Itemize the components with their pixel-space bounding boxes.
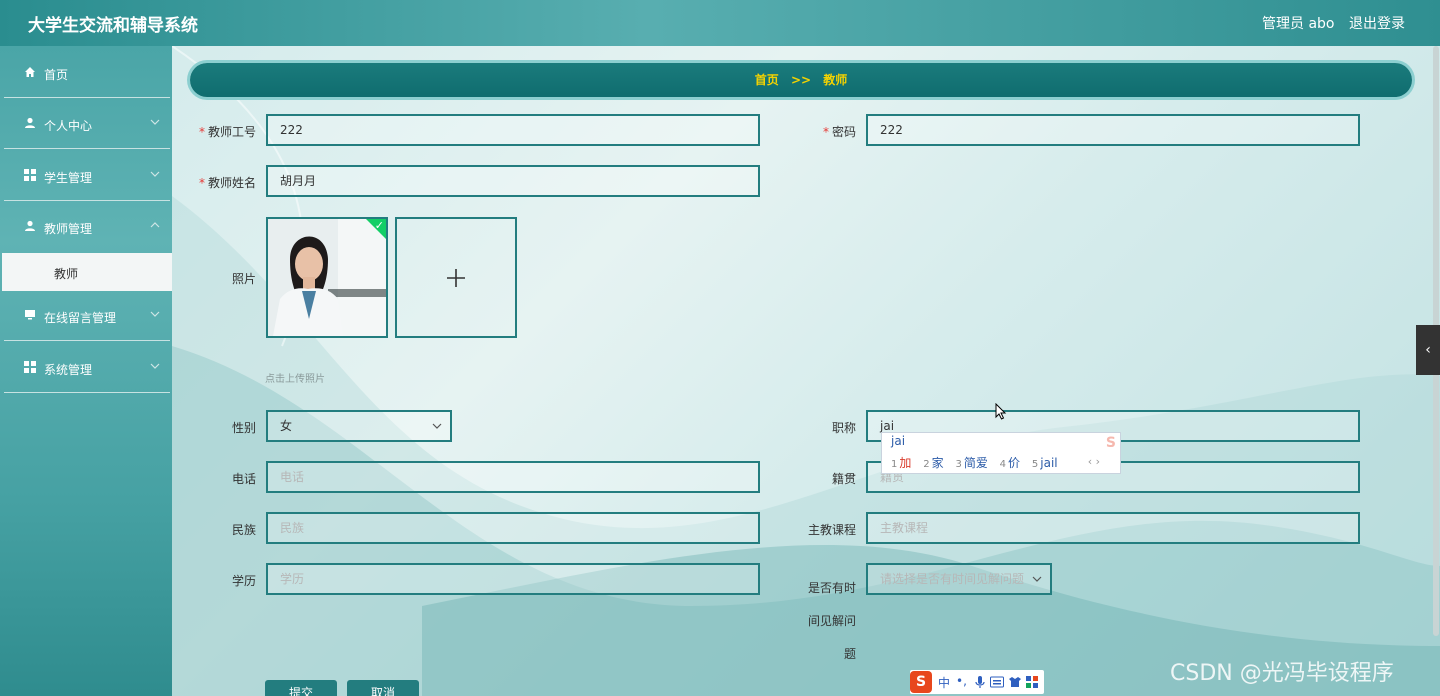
sidebar-item-label: 在线留言管理 bbox=[44, 311, 117, 325]
required-mark: * bbox=[822, 125, 829, 139]
teacher-id-input[interactable]: 222 bbox=[266, 114, 760, 146]
ime-mode-toggle[interactable]: 中 bbox=[938, 674, 950, 691]
microphone-icon[interactable] bbox=[974, 675, 986, 689]
chevron-down-icon bbox=[150, 119, 160, 125]
ethnicity-label: 民族 bbox=[231, 523, 256, 537]
submit-button[interactable]: 提交 bbox=[265, 680, 337, 696]
availability-label: 是否有时 间见解问 题 bbox=[807, 581, 856, 661]
gender-label: 性别 bbox=[231, 421, 256, 435]
app-title: 大学生交流和辅导系统 bbox=[28, 16, 198, 36]
ime-logo-icon[interactable]: S bbox=[910, 671, 932, 693]
breadcrumb: 首页 >> 教师 bbox=[190, 63, 1412, 97]
title-label: 职称 bbox=[831, 421, 856, 435]
education-label: 学历 bbox=[231, 574, 256, 588]
sidebar-item-personal-center[interactable]: 个人中心 bbox=[4, 99, 170, 149]
sidebar-item-home[interactable]: 首页 bbox=[4, 48, 170, 98]
breadcrumb-home[interactable]: 首页 bbox=[755, 73, 779, 87]
sidebar-item-label: 首页 bbox=[44, 68, 69, 82]
upload-hint: 点击上传照片 bbox=[265, 374, 325, 385]
user-icon bbox=[25, 117, 35, 128]
ime-candidate[interactable]: 5 jail bbox=[1032, 456, 1058, 470]
sidebar-subitem-label: 教师 bbox=[54, 267, 79, 281]
sidebar-item-teacher-management[interactable]: 教师管理 bbox=[4, 202, 170, 252]
password-label: * 密码 bbox=[822, 125, 856, 139]
skin-icon[interactable] bbox=[1008, 676, 1022, 688]
sidebar-item-label: 教师管理 bbox=[44, 222, 93, 236]
ime-candidate[interactable]: 2家 bbox=[923, 456, 943, 470]
ime-page-nav[interactable]: ‹ › bbox=[1088, 455, 1100, 468]
top-bar: 大学生交流和辅导系统 管理员 abo 退出登录 bbox=[0, 0, 1440, 46]
chevron-down-icon bbox=[150, 363, 160, 369]
chevron-down-icon bbox=[150, 311, 160, 317]
teacher-name-label: * 教师姓名 bbox=[198, 176, 256, 190]
mouse-cursor-icon bbox=[995, 403, 1007, 420]
sidebar-item-label: 系统管理 bbox=[44, 363, 93, 377]
password-input[interactable]: 222 bbox=[866, 114, 1360, 146]
toolbox-icon[interactable] bbox=[1026, 676, 1038, 688]
main-course-input[interactable]: 主教课程 bbox=[866, 512, 1360, 544]
sidebar-subitem-teacher[interactable]: 教师 bbox=[2, 253, 172, 291]
grid-icon bbox=[24, 361, 36, 373]
home-icon bbox=[25, 67, 35, 77]
logout-link[interactable]: 退出登录 bbox=[1349, 13, 1405, 33]
sidebar-item-label: 个人中心 bbox=[44, 119, 93, 133]
user-icon bbox=[25, 220, 35, 231]
monitor-icon bbox=[25, 310, 35, 320]
chevron-down-icon bbox=[1032, 576, 1042, 582]
ime-toolbar: S 中 •, bbox=[910, 670, 1044, 694]
native-place-label: 籍贯 bbox=[831, 472, 856, 486]
watermark: CSDN @光冯毕设程序 bbox=[1170, 661, 1394, 686]
ime-candidate[interactable]: 4价 bbox=[1000, 456, 1020, 470]
chevron-left-icon: ‹ bbox=[1425, 342, 1431, 358]
ime-logo-icon: S bbox=[1105, 435, 1116, 451]
sidebar: 首页 个人中心 学生管理 教师管理 教师 在线留言管理 系统管理 bbox=[0, 46, 172, 696]
photo-label: 照片 bbox=[231, 272, 256, 286]
ime-candidate-popup: jai S 1加 2家 3 简爱 4价 5 jail ‹ › bbox=[881, 432, 1121, 474]
admin-label: 管理员 abo bbox=[1262, 16, 1335, 32]
gender-value: 女 bbox=[280, 419, 293, 433]
ime-candidate[interactable]: 1加 bbox=[891, 456, 911, 470]
phone-label: 电话 bbox=[231, 472, 256, 486]
chevron-down-icon bbox=[432, 423, 442, 429]
drawer-toggle[interactable]: ‹ bbox=[1416, 325, 1440, 375]
breadcrumb-current: 教师 bbox=[823, 73, 848, 87]
availability-placeholder: 请选择是否有时间见解问题 bbox=[880, 572, 1025, 586]
teacher-form: * 教师工号 222 * 密码 222 * 教师姓名 胡月月 照片 ✓ 点击上传照片 … bbox=[0, 0, 1440, 696]
breadcrumb-separator: >> bbox=[790, 73, 812, 87]
gender-select[interactable]: 女 bbox=[266, 410, 452, 442]
add-photo-button[interactable] bbox=[395, 217, 517, 338]
teacher-id-label: * 教师工号 bbox=[198, 125, 256, 139]
ime-candidates: 1加 2家 3 简爱 4价 5 jail bbox=[891, 454, 1066, 471]
sidebar-item-message-management[interactable]: 在线留言管理 bbox=[4, 291, 170, 341]
required-mark: * bbox=[198, 176, 205, 190]
chevron-down-icon bbox=[150, 171, 160, 177]
uploaded-photo[interactable]: ✓ bbox=[266, 217, 388, 338]
main-course-label: 主教课程 bbox=[807, 523, 856, 537]
sidebar-item-system-management[interactable]: 系统管理 bbox=[4, 343, 170, 393]
check-icon: ✓ bbox=[374, 219, 384, 232]
phone-input[interactable]: 电话 bbox=[266, 461, 760, 493]
grid-icon bbox=[24, 169, 36, 181]
keyboard-icon[interactable] bbox=[990, 676, 1004, 688]
ime-punct-toggle[interactable]: •, bbox=[956, 674, 967, 688]
teacher-name-input[interactable]: 胡月月 bbox=[266, 165, 760, 197]
sidebar-item-label: 学生管理 bbox=[44, 171, 93, 185]
plus-icon bbox=[447, 269, 465, 287]
ime-composition: jai bbox=[891, 434, 906, 448]
education-input[interactable]: 学历 bbox=[266, 563, 760, 595]
cancel-button[interactable]: 取消 bbox=[347, 680, 419, 696]
sidebar-item-student-management[interactable]: 学生管理 bbox=[4, 151, 170, 201]
chevron-up-icon bbox=[150, 222, 160, 228]
required-mark: * bbox=[198, 125, 205, 139]
ime-candidate[interactable]: 3 简爱 bbox=[955, 456, 987, 470]
ethnicity-input[interactable]: 民族 bbox=[266, 512, 760, 544]
availability-select[interactable]: 请选择是否有时间见解问题 bbox=[866, 563, 1052, 595]
